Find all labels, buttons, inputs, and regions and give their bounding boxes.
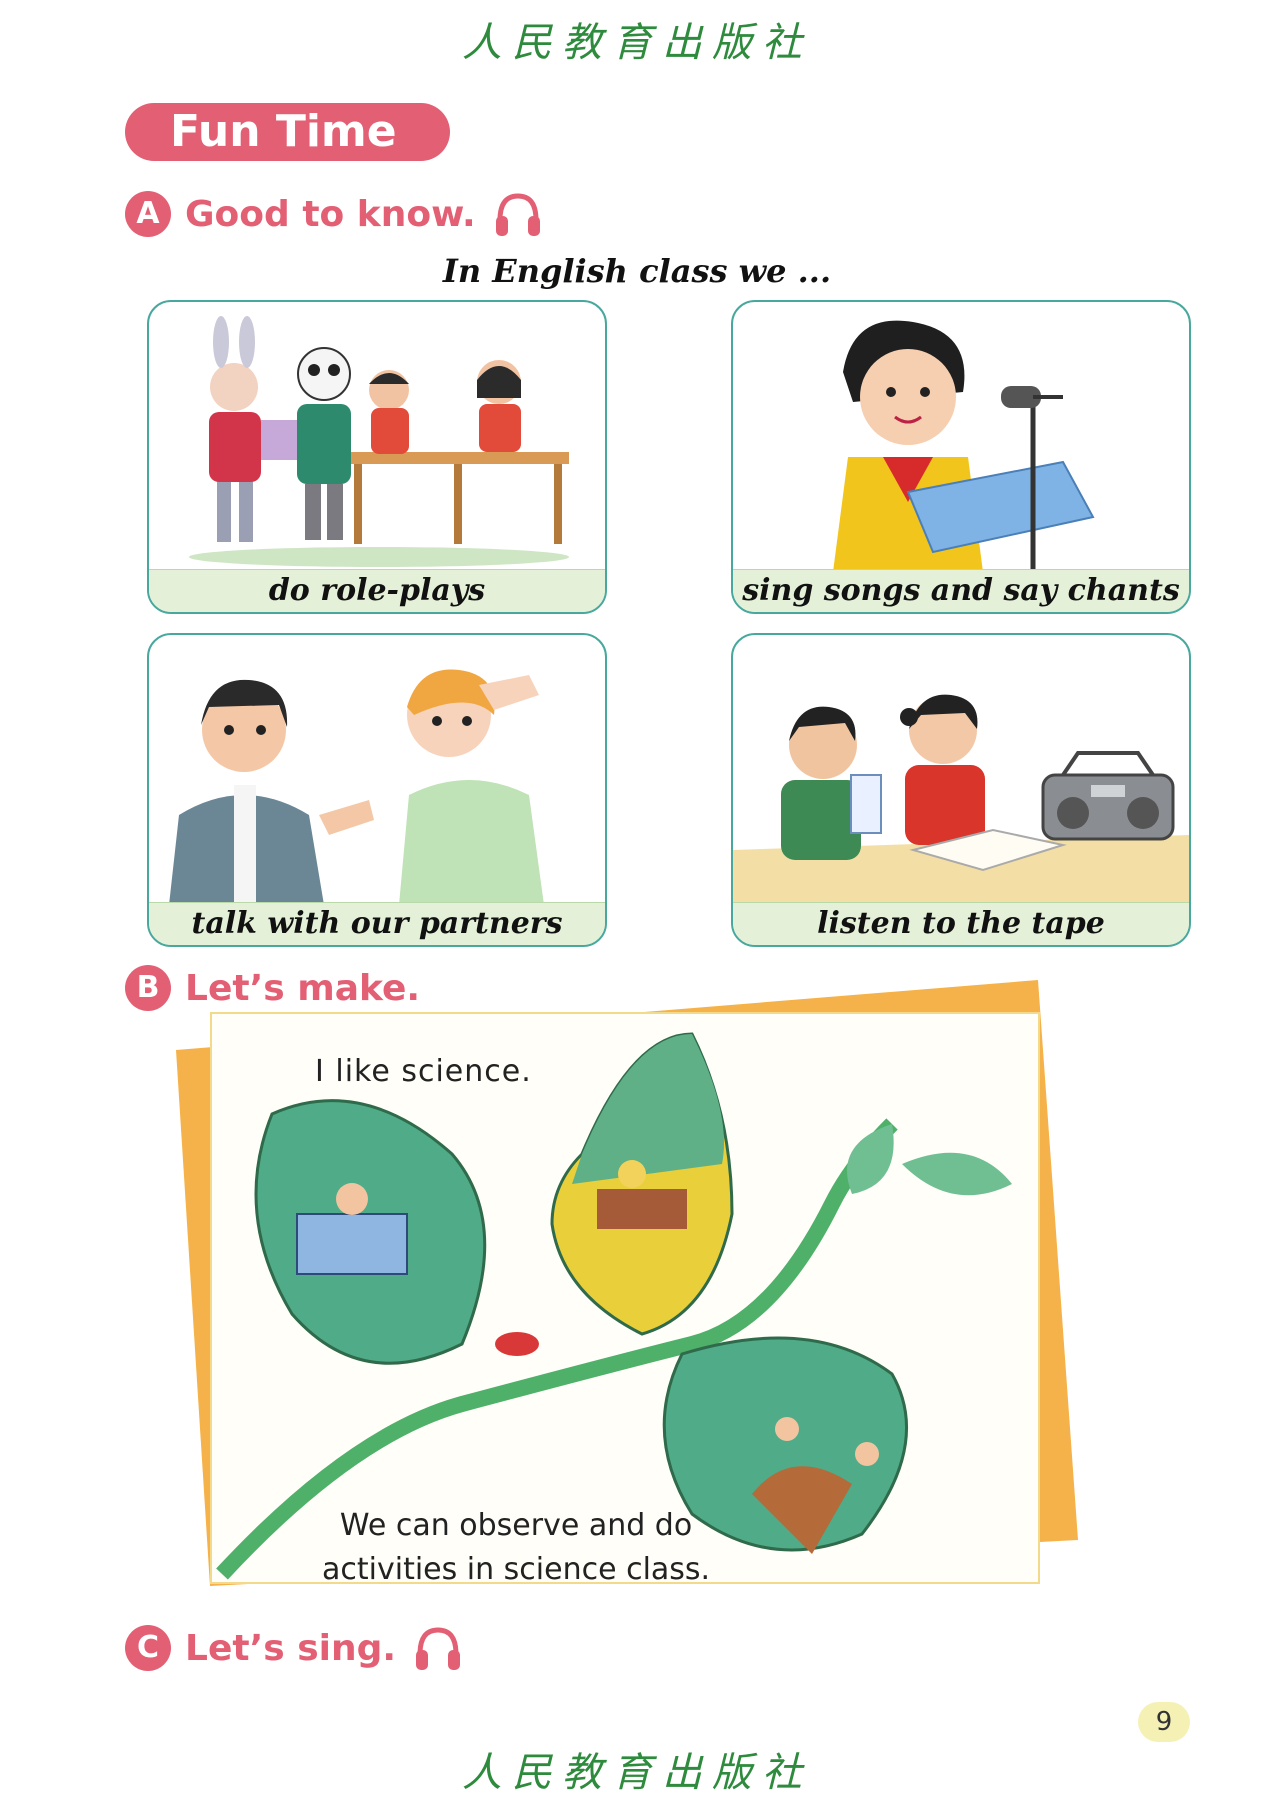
section-a-badge: A: [125, 191, 171, 237]
headphone-icon[interactable]: [412, 1624, 464, 1672]
section-b-badge: B: [125, 965, 171, 1011]
make-title: I like science.: [315, 1054, 532, 1089]
card-caption: listen to the tape: [733, 902, 1189, 945]
publisher-footer: 人民教育出版社: [462, 1750, 812, 1796]
card-caption: sing songs and say chants: [733, 569, 1189, 612]
talking-illustration: [169, 669, 544, 905]
section-c-heading: C Let’s sing.: [125, 1623, 464, 1673]
publisher-header: 人民教育出版社: [462, 20, 812, 66]
card-caption: do role-plays: [149, 569, 605, 612]
leaf-drawing: [216, 1032, 1012, 1580]
card-role-plays: do role-plays: [147, 300, 607, 614]
section-a-title: Good to know.: [185, 193, 476, 235]
lead-text: In English class we ...: [442, 252, 832, 290]
headphone-icon[interactable]: [492, 190, 544, 238]
card-sing-songs: sing songs and say chants: [731, 300, 1191, 614]
card-caption: talk with our partners: [149, 902, 605, 945]
singing-illustration: [833, 320, 1095, 572]
card-talk-partners: talk with our partners: [147, 633, 607, 947]
listening-illustration: [733, 694, 1189, 905]
page-number: 9: [1138, 1702, 1190, 1742]
section-a-heading: A Good to know.: [125, 189, 544, 239]
role-play-illustration: [189, 316, 569, 567]
section-c-title: Let’s sing.: [185, 1627, 397, 1669]
make-caption: We can observe and do activities in scie…: [322, 1504, 711, 1584]
make-artwork: I like science. We can observe and do ac…: [170, 980, 1090, 1590]
fun-time-banner: Fun Time: [125, 103, 450, 161]
card-listen-tape: listen to the tape: [731, 633, 1191, 947]
drawing-paper: I like science. We can observe and do ac…: [210, 1012, 1040, 1584]
make-caption-line1: We can observe and do: [339, 1508, 693, 1543]
make-caption-line2: activities in science class.: [322, 1552, 711, 1584]
section-c-badge: C: [125, 1625, 171, 1671]
